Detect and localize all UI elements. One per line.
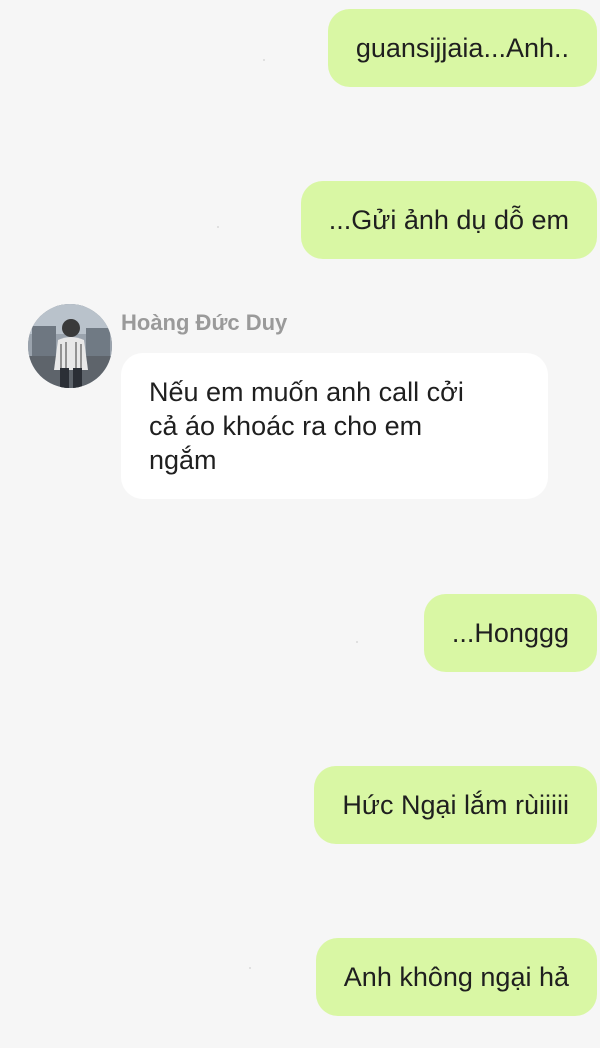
message-text: Anh không ngại hả [343, 962, 569, 992]
message-text: guansijjaia...Anh.. [355, 33, 569, 63]
message-text-line: ngắm [149, 445, 217, 475]
message-text-line: Nếu em muốn anh call cởi [149, 377, 464, 407]
message-bubble-sent[interactable]: ...Gửi ảnh dụ dỗ em [300, 181, 597, 259]
message-text-line: cả áo khoác ra cho em [149, 411, 423, 441]
user-avatar-photo-icon [28, 304, 112, 388]
artifact-dot [263, 59, 265, 61]
artifact-dot [217, 226, 219, 228]
contact-avatar[interactable] [28, 304, 112, 388]
message-bubble-received[interactable]: Nếu em muốn anh call cởi cả áo khoác ra … [121, 353, 548, 499]
artifact-dot [249, 967, 251, 969]
message-bubble-sent[interactable]: ...Honggg [423, 594, 597, 672]
message-text: ...Gửi ảnh dụ dỗ em [328, 205, 569, 235]
message-bubble-sent[interactable]: guansijjaia...Anh.. [327, 9, 597, 87]
sender-name: Hoàng Đức Duy [121, 310, 288, 335]
message-text: Hức Ngại lắm rùiiiii [342, 790, 569, 820]
message-text: ...Honggg [451, 618, 569, 648]
message-bubble-sent[interactable]: Anh không ngại hả [315, 938, 597, 1016]
message-bubble-sent[interactable]: Hức Ngại lắm rùiiiii [314, 766, 597, 844]
artifact-dot [356, 641, 358, 643]
